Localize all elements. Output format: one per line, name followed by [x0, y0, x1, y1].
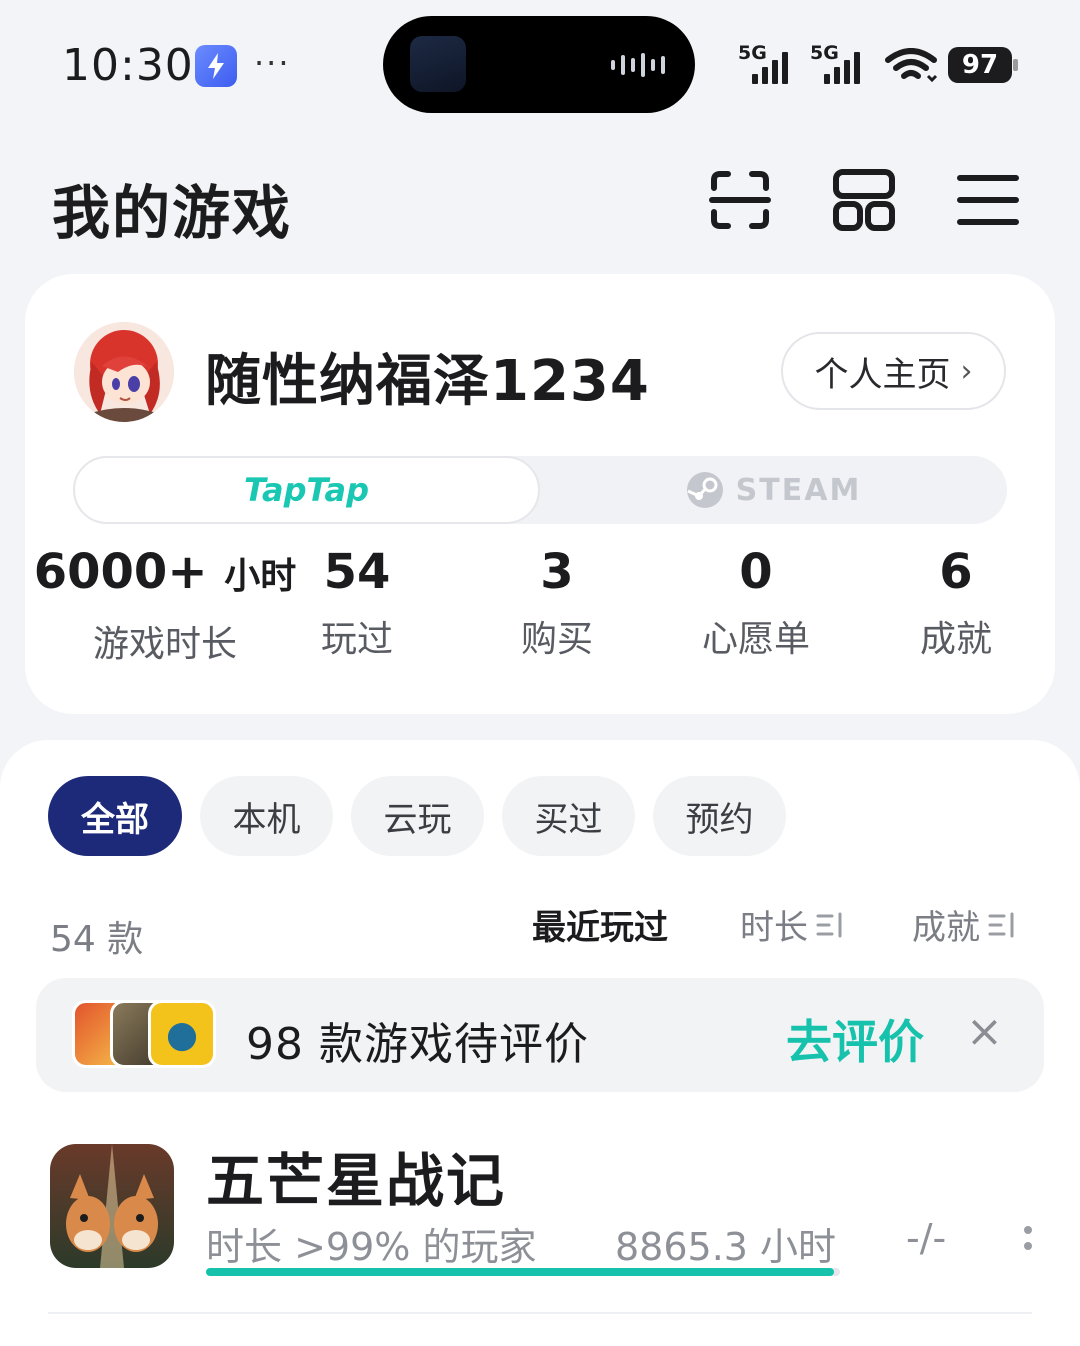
sort-achievements-label: 成就 — [912, 908, 980, 948]
game-icon — [50, 1144, 174, 1268]
stat-wishlist[interactable]: 0 心愿单 — [676, 542, 836, 662]
status-time: 10:30 — [62, 40, 194, 91]
close-icon[interactable]: × — [966, 1006, 1003, 1057]
more-notifications-icon: ··· — [254, 44, 291, 82]
avatar[interactable] — [74, 322, 174, 422]
stat-wishlist-value: 0 — [739, 544, 773, 600]
battery-icon: 97 — [948, 47, 1018, 83]
now-playing-artwork — [410, 36, 466, 92]
stat-purchased-label: 购买 — [520, 619, 593, 660]
review-prompt: 98 款游戏待评价 — [246, 1019, 589, 1070]
stat-wishlist-label: 心愿单 — [701, 619, 810, 660]
review-banner[interactable]: 98 款游戏待评价 去评价 × — [36, 978, 1044, 1092]
platform-switch: TapTap STEAM — [73, 456, 1007, 524]
sort-achievements[interactable]: 成就 — [912, 900, 1018, 949]
stat-played-value: 54 — [323, 544, 391, 600]
grid-icon[interactable] — [832, 168, 896, 232]
dynamic-island[interactable] — [383, 16, 695, 113]
steam-label: STEAM — [735, 472, 862, 508]
divider — [48, 1312, 1032, 1314]
lightning-app-icon — [195, 45, 237, 87]
pending-game-thumbnails — [72, 1000, 222, 1072]
scan-icon[interactable] — [708, 168, 772, 232]
playtime-progress-fill — [206, 1268, 834, 1276]
stat-played-label: 玩过 — [320, 619, 393, 660]
filter-chip-local[interactable]: 本机 — [200, 776, 333, 856]
game-count: 54 款 — [50, 919, 144, 960]
wifi-icon — [885, 48, 938, 83]
sort-icon — [988, 912, 1014, 937]
stat-play-time[interactable]: 6000+ 小时 游戏时长 — [33, 542, 297, 667]
game-hours: 8865.3 小时 — [615, 1225, 837, 1269]
menu-icon[interactable] — [956, 168, 1020, 232]
more-vertical-icon[interactable] — [1020, 1224, 1036, 1254]
chevron-right-icon: › — [960, 353, 973, 389]
homepage-button-label: 个人主页 — [814, 354, 951, 395]
sort-recent-label: 最近玩过 — [532, 908, 668, 948]
game-list-item[interactable]: 五芒星战记 时长 >99% 的玩家 8865.3 小时 -/- — [0, 1128, 1080, 1314]
stat-purchased-value: 3 — [540, 544, 574, 600]
sort-duration[interactable]: 时长 — [740, 900, 846, 949]
username: 随性纳福泽1234 — [205, 349, 650, 414]
audio-wave-icon — [611, 52, 665, 78]
profile-card: 随性纳福泽1234 个人主页 › TapTap STEAM 6000+ 小时 游… — [25, 274, 1055, 714]
tab-taptap[interactable]: TapTap — [73, 456, 540, 524]
stat-played[interactable]: 54 玩过 — [297, 542, 417, 662]
taptap-logo: TapTap — [243, 471, 370, 509]
stat-play-time-label: 游戏时长 — [92, 624, 237, 665]
games-list-section: 全部 本机 云玩 买过 预约 54 款 最近玩过 时长 成就 98 款游戏待评价… — [0, 740, 1080, 1346]
filter-chip-all[interactable]: 全部 — [48, 776, 182, 856]
go-review-link[interactable]: 去评价 — [786, 1006, 924, 1072]
stat-achievements[interactable]: 6 成就 — [896, 542, 1016, 662]
game-playtime-rank: 时长 >99% 的玩家 — [206, 1225, 537, 1269]
stat-purchased[interactable]: 3 购买 — [497, 542, 617, 662]
battery-level: 97 — [948, 47, 1012, 83]
stat-achievements-value: 6 — [939, 544, 973, 600]
stat-achievements-label: 成就 — [919, 619, 992, 660]
page-title: 我的游戏 — [52, 179, 293, 247]
stat-play-time-unit: 小时 — [224, 556, 297, 597]
filter-chip-cloud[interactable]: 云玩 — [351, 776, 484, 856]
stat-play-time-value: 6000+ — [33, 544, 208, 600]
filter-chip-bought[interactable]: 买过 — [502, 776, 635, 856]
game-thumbnail — [148, 1000, 216, 1068]
game-title: 五芒星战记 — [206, 1147, 507, 1215]
sort-duration-label: 时长 — [740, 908, 808, 948]
tab-steam[interactable]: STEAM — [540, 456, 1007, 524]
filter-chip-reserved[interactable]: 预约 — [653, 776, 786, 856]
sort-icon — [816, 912, 842, 937]
game-achievements: -/- — [906, 1216, 947, 1260]
homepage-button[interactable]: 个人主页 › — [781, 332, 1006, 410]
status-bar: 10:30 ··· 5G 5G 97 — [0, 0, 1080, 130]
steam-icon — [686, 472, 723, 508]
playtime-progress-bar — [206, 1268, 840, 1276]
sort-recent[interactable]: 最近玩过 — [532, 900, 668, 949]
